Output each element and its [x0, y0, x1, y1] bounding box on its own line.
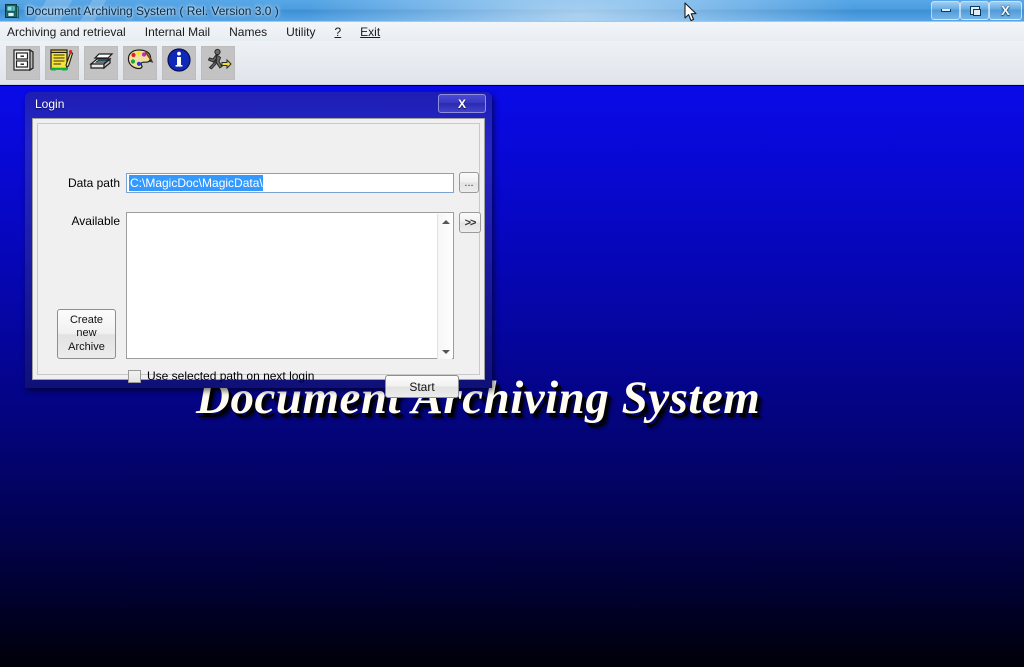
menu-item-internal-mail[interactable]: Internal Mail	[145, 24, 219, 40]
toolbar-button-appearance[interactable]	[123, 45, 157, 80]
move-button-label: >>	[464, 216, 477, 229]
menu-item-utility[interactable]: Utility	[286, 24, 324, 40]
close-icon: X	[457, 96, 466, 111]
data-path-value: C:\MagicDoc\MagicData\	[129, 175, 263, 191]
login-dialog-close-button[interactable]: X	[438, 94, 486, 113]
login-dialog: Login X Data path C:\MagicDoc\MagicData\…	[25, 92, 492, 398]
login-dialog-titlebar: Login X	[25, 92, 492, 116]
info-circle-icon	[166, 47, 192, 78]
palette-icon	[126, 47, 154, 78]
create-archive-label-line1: Create	[69, 313, 104, 326]
minimize-button[interactable]	[931, 1, 960, 20]
menu-item-exit[interactable]: Exit	[360, 24, 389, 40]
application-window: Document Archiving System ( Rel. Version…	[0, 0, 1024, 667]
start-button-label: Start	[409, 379, 435, 394]
menu-item-names[interactable]: Names	[229, 24, 276, 40]
scroll-down-arrow-icon[interactable]	[438, 344, 453, 359]
text-caret	[262, 176, 265, 190]
close-button[interactable]: X	[989, 1, 1022, 20]
titlebar-glow	[300, 0, 860, 21]
window-controls: X	[931, 1, 1022, 20]
minimize-icon	[940, 9, 951, 12]
toolbar-button-scan[interactable]	[84, 45, 118, 80]
login-dialog-panel: Data path C:\MagicDoc\MagicData\ ... Ava…	[37, 123, 481, 398]
window-titlebar: Document Archiving System ( Rel. Version…	[0, 0, 1024, 22]
data-path-input[interactable]: C:\MagicDoc\MagicData\	[126, 173, 454, 193]
window-title: Document Archiving System ( Rel. Version…	[26, 3, 279, 18]
floppy-disk-icon	[4, 3, 20, 19]
start-button[interactable]: Start	[385, 375, 459, 398]
browse-button-label: ...	[464, 176, 474, 189]
use-selected-path-checkbox[interactable]	[128, 369, 141, 383]
toolbar-button-archiving-retrieval[interactable]	[6, 45, 40, 80]
use-selected-path-label: Use selected path on next login	[147, 369, 315, 383]
menu-item-archiving-and-retrieval[interactable]: Archiving and retrieval	[7, 24, 135, 40]
use-selected-path-checkbox-row[interactable]: Use selected path on next login	[128, 369, 314, 383]
available-label: Available	[71, 214, 120, 228]
exit-running-man-icon	[204, 47, 232, 78]
restore-button[interactable]	[960, 1, 989, 20]
data-path-label: Data path	[67, 176, 120, 190]
move-selection-button[interactable]: >>	[459, 212, 481, 233]
restore-icon	[969, 6, 981, 16]
filing-cabinet-icon	[10, 47, 36, 78]
available-archives-listbox[interactable]	[126, 212, 454, 359]
close-icon: X	[1001, 3, 1010, 18]
menubar: Archiving and retrieval Internal Mail Na…	[0, 22, 1024, 41]
scanner-icon	[87, 47, 115, 78]
scroll-up-arrow-icon[interactable]	[438, 214, 453, 229]
toolbar-button-new-document[interactable]	[45, 45, 79, 80]
toolbar	[0, 41, 1024, 85]
create-new-archive-button[interactable]: Create new Archive	[57, 309, 116, 359]
login-dialog-title: Login	[35, 97, 65, 111]
browse-path-button[interactable]: ...	[459, 172, 479, 193]
toolbar-button-about[interactable]	[162, 45, 196, 80]
toolbar-button-exit[interactable]	[201, 45, 235, 80]
listbox-scrollbar[interactable]	[437, 214, 452, 359]
notepad-pencil-icon	[48, 46, 76, 79]
menu-item-help[interactable]: ?	[334, 24, 350, 40]
create-archive-label-line2: new	[76, 327, 97, 340]
create-archive-label-line3: Archive	[68, 340, 105, 353]
login-dialog-body: Data path C:\MagicDoc\MagicData\ ... Ava…	[32, 118, 485, 398]
